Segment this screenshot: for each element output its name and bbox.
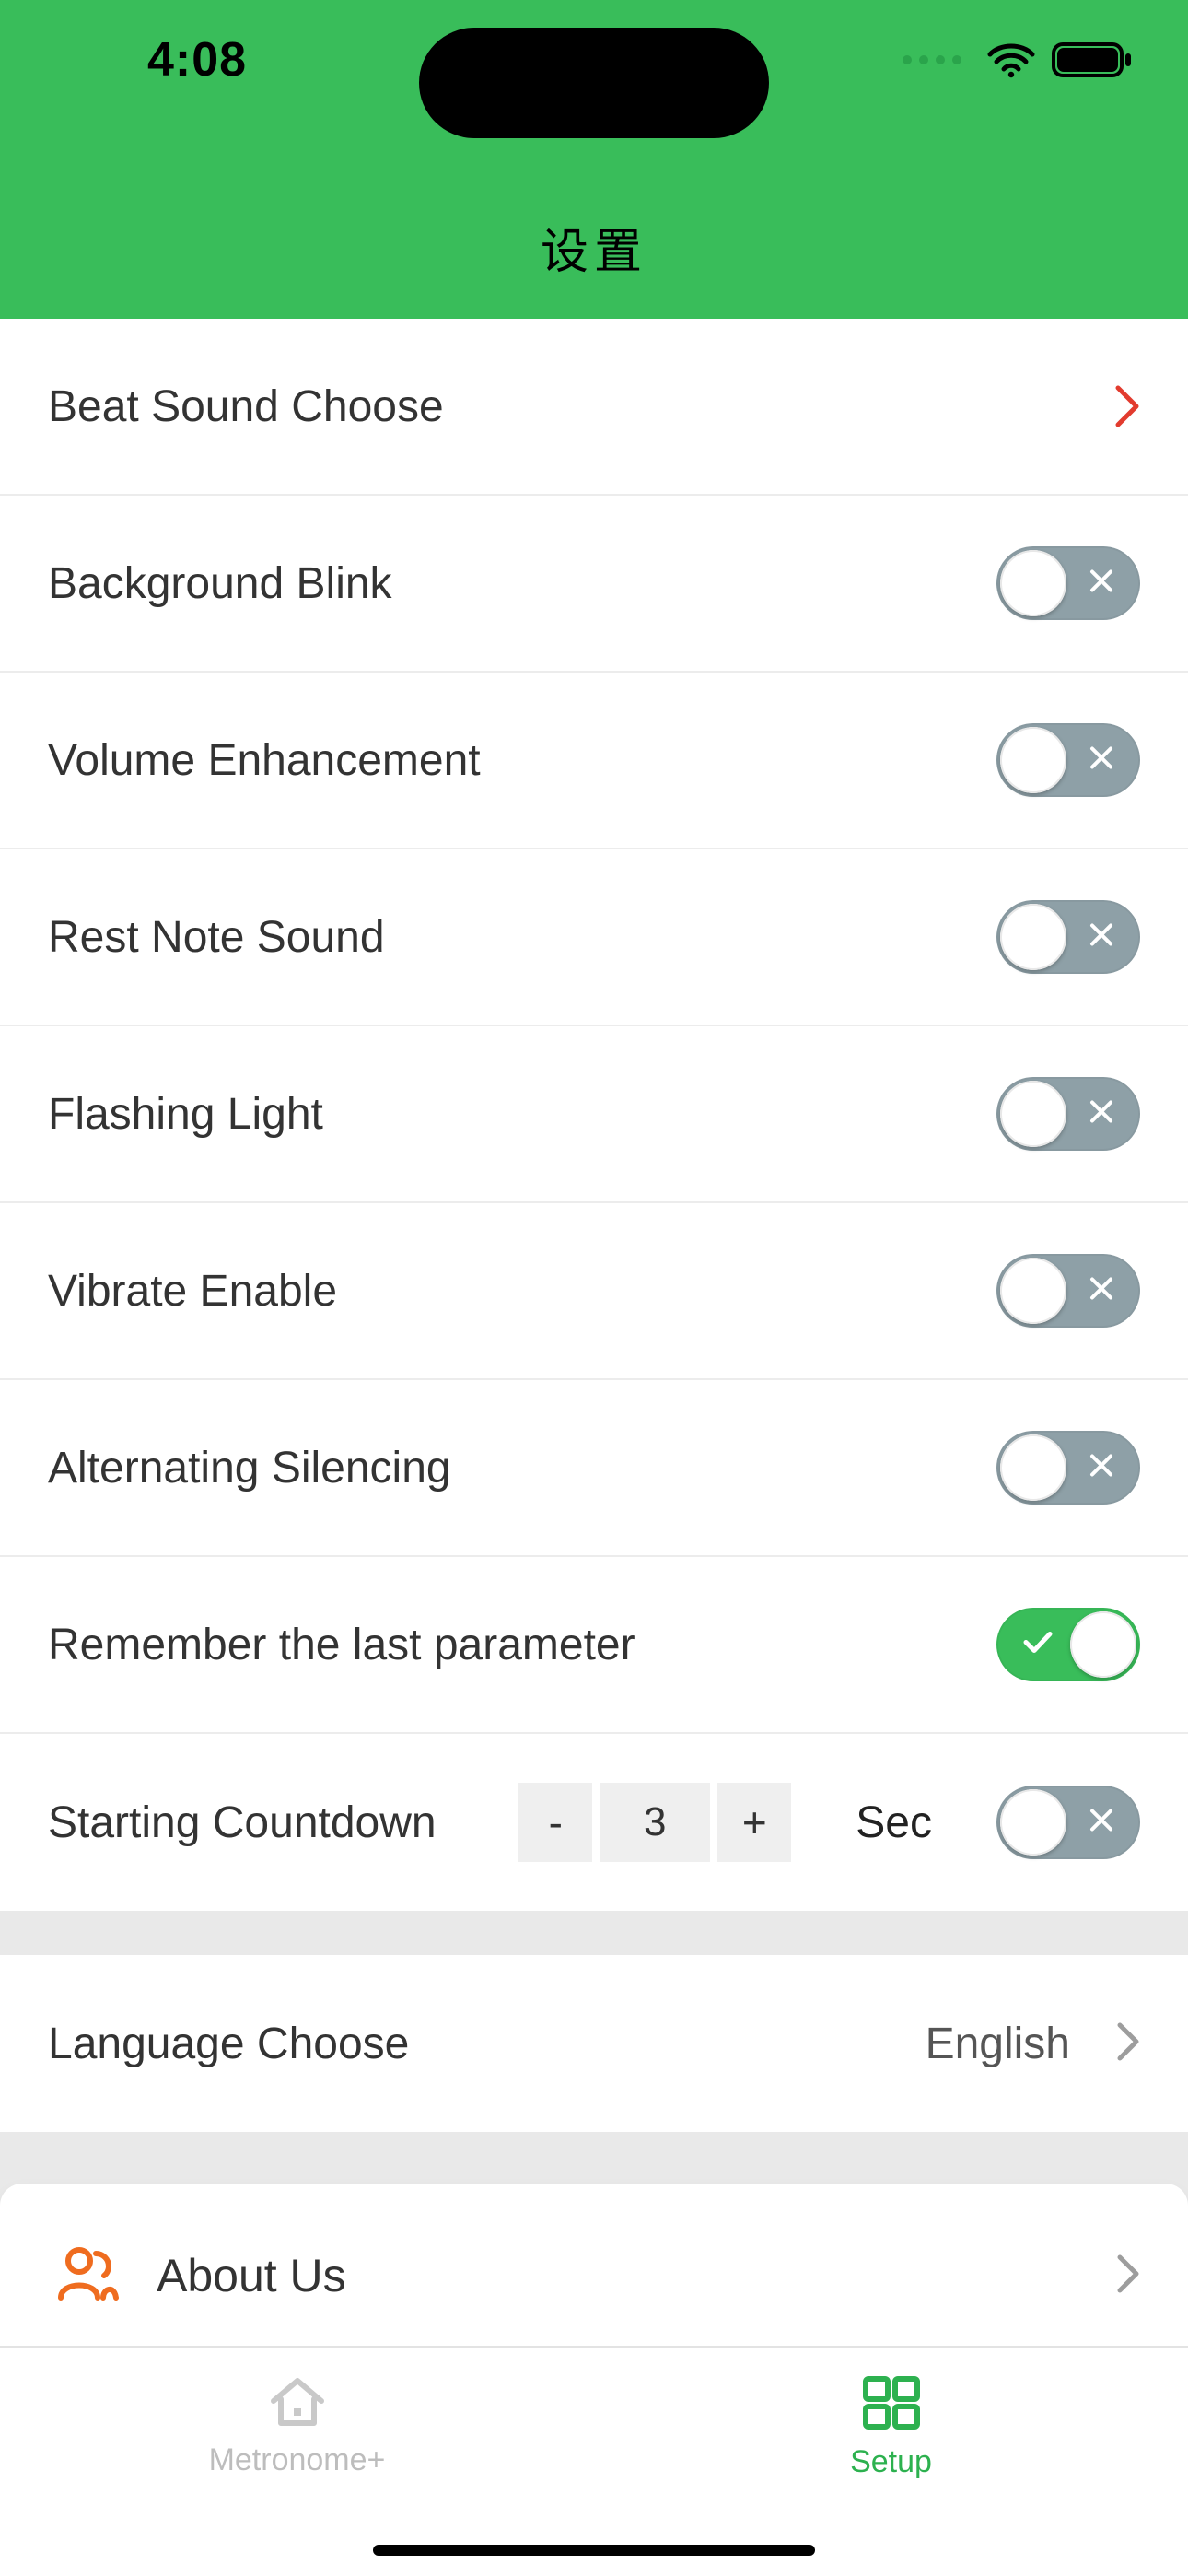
x-icon <box>1089 568 1114 599</box>
signal-dots-icon <box>903 55 961 64</box>
about-section: About Us <box>0 2184 1188 2368</box>
check-icon <box>1022 1630 1054 1660</box>
x-icon <box>1089 1808 1114 1838</box>
row-rest-note-sound: Rest Note Sound <box>0 849 1188 1026</box>
row-label: Vibrate Enable <box>48 1266 337 1317</box>
toggle-flashing-light[interactable] <box>996 1077 1140 1151</box>
chevron-right-icon <box>1116 2021 1140 2067</box>
settings-list: Beat Sound Choose Background Blink Volum… <box>0 319 1188 1911</box>
row-label: Remember the last parameter <box>48 1620 635 1670</box>
about-label: About Us <box>157 2249 1116 2302</box>
tab-label: Metronome+ <box>209 2442 386 2478</box>
row-label: Beat Sound Choose <box>48 381 444 432</box>
toggle-remember-last[interactable] <box>996 1608 1140 1681</box>
language-value: English <box>926 2019 1070 2069</box>
row-flashing-light: Flashing Light <box>0 1026 1188 1203</box>
home-icon <box>266 2373 329 2435</box>
row-label: Volume Enhancement <box>48 735 481 786</box>
tab-bar: Metronome+ Setup <box>0 2346 1188 2576</box>
chevron-right-icon <box>1116 2254 1140 2299</box>
row-label: Background Blink <box>48 558 392 609</box>
people-icon <box>55 2244 120 2308</box>
status-bar: 4:08 <box>0 0 1188 111</box>
x-icon <box>1089 1099 1114 1130</box>
row-label: Flashing Light <box>48 1089 323 1140</box>
wifi-icon <box>987 41 1035 78</box>
toggle-starting-countdown[interactable] <box>996 1786 1140 1859</box>
tab-setup[interactable]: Setup <box>594 2348 1188 2576</box>
grid-icon <box>858 2373 925 2437</box>
row-label: Rest Note Sound <box>48 912 385 963</box>
chevron-right-icon <box>1114 384 1140 428</box>
tab-metronome[interactable]: Metronome+ <box>0 2348 594 2576</box>
row-language-choose[interactable]: Language Choose English <box>0 1955 1188 2132</box>
row-background-blink: Background Blink <box>0 496 1188 673</box>
x-icon <box>1089 1453 1114 1483</box>
row-label: Alternating Silencing <box>48 1443 451 1493</box>
toggle-alternating-silencing[interactable] <box>996 1431 1140 1505</box>
toggle-volume-enhancement[interactable] <box>996 723 1140 797</box>
stepper-plus-button[interactable]: + <box>717 1783 791 1862</box>
x-icon <box>1089 1276 1114 1306</box>
x-icon <box>1089 745 1114 776</box>
row-beat-sound-choose[interactable]: Beat Sound Choose <box>0 319 1188 496</box>
x-icon <box>1089 922 1114 953</box>
page-title: 设置 <box>0 213 1188 282</box>
tab-label: Setup <box>850 2444 932 2480</box>
toggle-vibrate-enable[interactable] <box>996 1254 1140 1328</box>
row-starting-countdown: Starting Countdown - 3 + Sec <box>0 1734 1188 1911</box>
toggle-rest-note-sound[interactable] <box>996 900 1140 974</box>
row-remember-last: Remember the last parameter <box>0 1557 1188 1734</box>
stepper-value: 3 <box>600 1783 710 1862</box>
section-gap <box>0 1911 1188 1955</box>
language-section: Language Choose English <box>0 1955 1188 2132</box>
countdown-unit-label: Sec <box>856 1797 932 1848</box>
status-right <box>903 41 1133 79</box>
toggle-background-blink[interactable] <box>996 546 1140 620</box>
status-time: 4:08 <box>147 32 247 88</box>
header: 4:08 设置 <box>0 0 1188 319</box>
row-about-us[interactable]: About Us <box>0 2184 1188 2368</box>
countdown-stepper: - 3 + <box>518 1783 791 1862</box>
home-indicator <box>373 2545 815 2556</box>
notch <box>419 28 769 138</box>
row-vibrate-enable: Vibrate Enable <box>0 1203 1188 1380</box>
stepper-minus-button[interactable]: - <box>518 1783 592 1862</box>
battery-icon <box>1052 41 1133 79</box>
row-label: Language Choose <box>48 2019 409 2069</box>
row-alternating-silencing: Alternating Silencing <box>0 1380 1188 1557</box>
row-label: Starting Countdown <box>48 1797 437 1848</box>
section-gap <box>0 2132 1188 2184</box>
row-volume-enhancement: Volume Enhancement <box>0 673 1188 849</box>
